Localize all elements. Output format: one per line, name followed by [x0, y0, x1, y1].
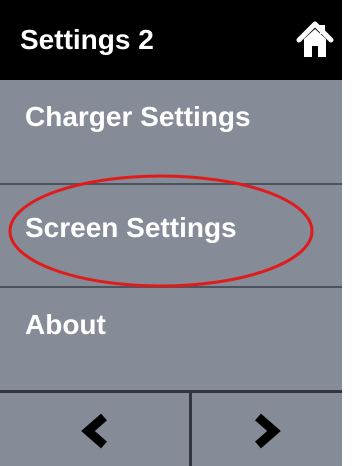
menu-item-charger-settings[interactable]: Charger Settings: [0, 80, 342, 184]
menu-item-label: Screen Settings: [25, 212, 237, 243]
home-button[interactable]: [295, 19, 335, 61]
menu-item-label: Charger Settings: [25, 101, 251, 132]
chevron-left-icon: [81, 413, 107, 449]
device-screen: Settings 2 Charger Settings Screen Setti…: [0, 0, 342, 466]
home-icon: [296, 21, 334, 57]
next-button[interactable]: [192, 393, 342, 466]
menu-item-screen-settings[interactable]: Screen Settings: [0, 184, 342, 288]
previous-button[interactable]: [0, 393, 190, 466]
header-bar: Settings 2: [0, 0, 342, 80]
menu-item-label: About: [25, 309, 106, 340]
chevron-right-icon: [255, 413, 281, 449]
footer-nav: [0, 390, 342, 466]
page-title: Settings 2: [20, 24, 154, 55]
menu-item-about[interactable]: About: [0, 287, 342, 391]
